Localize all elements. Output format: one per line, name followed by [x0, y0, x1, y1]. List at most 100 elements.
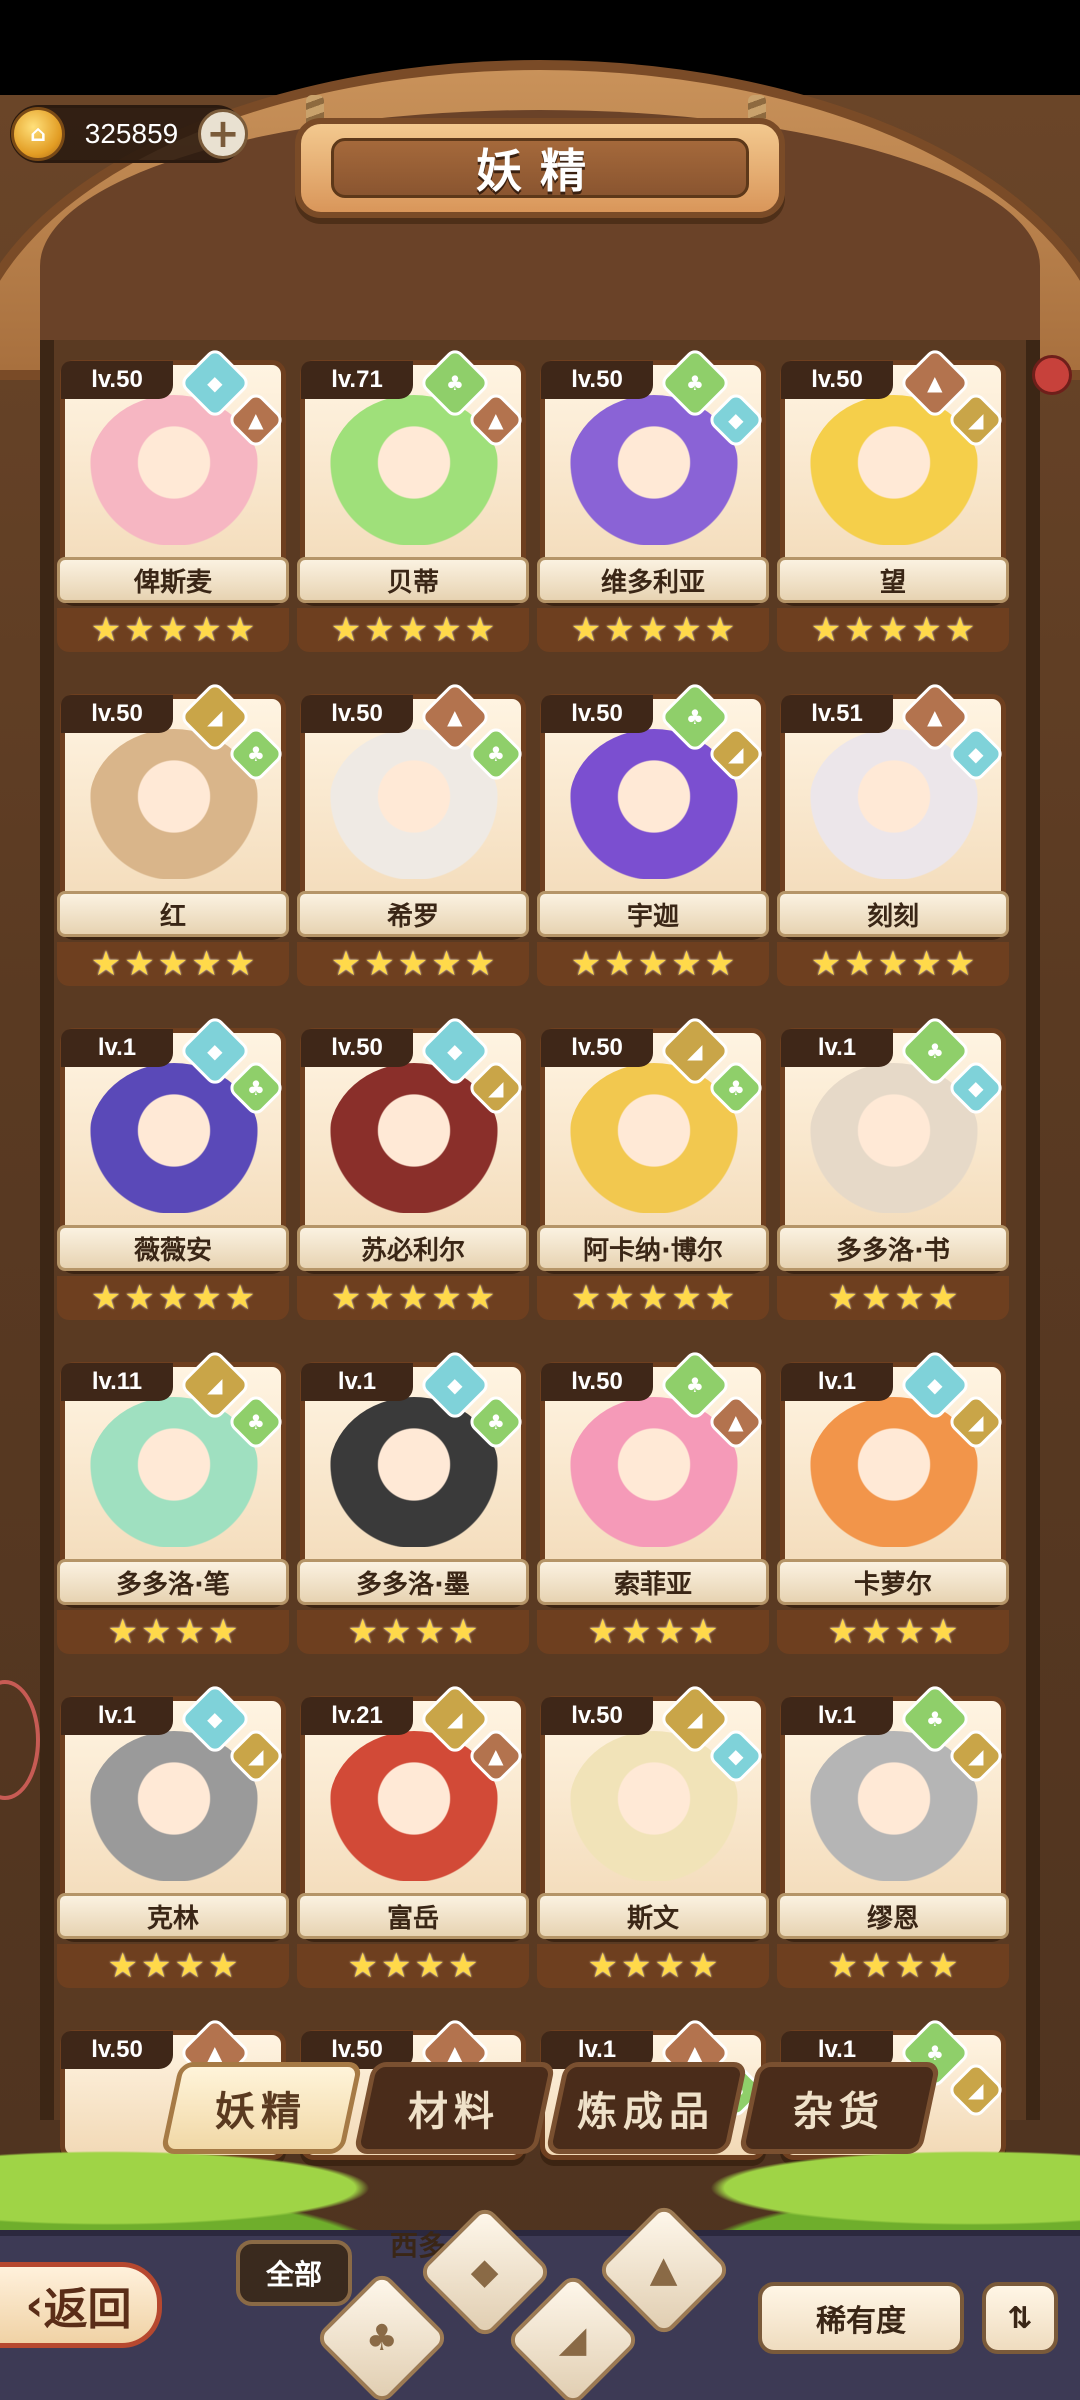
- star-icon: ★: [414, 1612, 445, 1652]
- element-glyph: ◆: [447, 1372, 463, 1397]
- fairy-card[interactable]: lv.50 ◆ ◢ 苏必利尔 ★ ★ ★ ★ ★: [297, 1014, 529, 1320]
- add-currency-button[interactable]: +: [198, 109, 248, 159]
- fairy-card[interactable]: lv.1 ◆ ◢ 克林 ★ ★ ★ ★: [57, 1682, 289, 1988]
- element-glyph: ◆: [968, 741, 984, 766]
- star-icon: ★: [464, 610, 496, 650]
- fairy-card[interactable]: lv.50 ♣ ◢ 宇迦 ★ ★ ★ ★ ★: [537, 680, 769, 986]
- star-icon: ★: [637, 1278, 669, 1318]
- star-rating: ★ ★ ★ ★ ★: [57, 608, 289, 652]
- currency-display: ⌂ 325859 +: [10, 105, 248, 163]
- star-rating: ★ ★ ★ ★ ★: [57, 942, 289, 986]
- back-button[interactable]: ‹ 返回: [0, 2262, 162, 2348]
- tab-goods[interactable]: 杂货: [737, 2062, 940, 2154]
- ladybug-icon[interactable]: [1032, 355, 1072, 395]
- tab-label: 炼成品: [577, 2089, 716, 2135]
- element-glyph: ◢: [488, 1075, 504, 1100]
- chevron-left-icon: ‹: [25, 2279, 44, 2331]
- star-rating: ★ ★ ★ ★: [537, 1944, 769, 1988]
- star-icon: ★: [347, 1946, 379, 1986]
- star-icon: ★: [414, 1946, 445, 1986]
- star-icon: ★: [827, 1612, 859, 1652]
- fairy-card[interactable]: lv.1 ♣ ◢ 缪恩 ★ ★ ★ ★: [777, 1682, 1009, 1988]
- star-icon: ★: [330, 610, 362, 650]
- fairy-card[interactable]: lv.11 ◢ ♣ 多多洛·笔 ★ ★ ★ ★: [57, 1348, 289, 1654]
- star-icon: ★: [671, 1278, 702, 1318]
- fairy-card[interactable]: lv.1 ◆ ♣ 薇薇安 ★ ★ ★ ★ ★: [57, 1014, 289, 1320]
- star-icon: ★: [877, 944, 909, 984]
- level-badge: lv.50: [781, 361, 893, 399]
- fairy-card[interactable]: lv.1 ♣ ◆ 多多洛·书 ★ ★ ★ ★: [777, 1014, 1009, 1320]
- element-glyph: ▲: [927, 370, 943, 395]
- element-glyph: ♣: [727, 1076, 745, 1100]
- star-icon: ★: [844, 610, 875, 650]
- star-icon: ★: [654, 1612, 685, 1652]
- star-icon: ★: [207, 1612, 239, 1652]
- star-rating: ★ ★ ★ ★: [57, 1610, 289, 1654]
- element-glyph: ◢: [728, 741, 744, 766]
- fairy-card[interactable]: lv.1 ◆ ♣ 多多洛·墨 ★ ★ ★ ★: [297, 1348, 529, 1654]
- fairy-name: 望: [777, 557, 1009, 603]
- star-icon: ★: [330, 944, 362, 984]
- fairy-card[interactable]: lv.50 ◢ ◆ 斯文 ★ ★ ★ ★: [537, 1682, 769, 1988]
- element-glyph: ♣: [487, 742, 505, 766]
- filter-all-button[interactable]: 全部: [236, 2240, 352, 2306]
- star-icon: ★: [570, 610, 602, 650]
- sort-order-button[interactable]: ⇅: [982, 2282, 1058, 2354]
- fairy-card[interactable]: lv.50 ◢ ♣ 红 ★ ★ ★ ★ ★: [57, 680, 289, 986]
- fairy-name: 阿卡纳·博尔: [537, 1225, 769, 1271]
- fairy-card[interactable]: lv.50 ▲ ◢ 望 ★ ★ ★ ★ ★: [777, 346, 1009, 652]
- star-icon: ★: [827, 1278, 859, 1318]
- star-icon: ★: [621, 1946, 652, 1986]
- tab-fairy[interactable]: 妖精: [160, 2062, 363, 2154]
- star-icon: ★: [587, 1612, 619, 1652]
- star-icon: ★: [861, 1278, 892, 1318]
- star-rating: ★ ★ ★ ★: [777, 1610, 1009, 1654]
- element-glyph: ◢: [207, 1372, 223, 1397]
- level-badge: lv.50: [541, 1697, 653, 1735]
- rarity-sort-button[interactable]: 稀有度: [758, 2282, 964, 2354]
- star-icon: ★: [671, 944, 702, 984]
- fairy-card[interactable]: lv.50 ♣ ▲ 索菲亚 ★ ★ ★ ★: [537, 1348, 769, 1654]
- level-badge: lv.1: [301, 1363, 413, 1401]
- fairy-name: 贝蒂: [297, 557, 529, 603]
- fairy-card[interactable]: lv.50 ♣ ◆ 维多利亚 ★ ★ ★ ★ ★: [537, 346, 769, 652]
- fairy-name: 希罗: [297, 891, 529, 937]
- tab-crafted[interactable]: 炼成品: [545, 2062, 748, 2154]
- star-icon: ★: [621, 1612, 652, 1652]
- star-icon: ★: [107, 1946, 139, 1986]
- element-glyph: ◆: [207, 1706, 223, 1731]
- level-badge: lv.11: [61, 1363, 173, 1401]
- star-rating: ★ ★ ★ ★ ★: [537, 942, 769, 986]
- tab-materials[interactable]: 材料: [352, 2062, 555, 2154]
- star-icon: ★: [224, 1278, 256, 1318]
- fairy-name: 俾斯麦: [57, 557, 289, 603]
- fairy-name: 红: [57, 891, 289, 937]
- star-icon: ★: [381, 1612, 412, 1652]
- star-icon: ★: [570, 944, 602, 984]
- star-icon: ★: [157, 1278, 189, 1318]
- star-rating: ★ ★ ★ ★ ★: [297, 1276, 529, 1320]
- fairy-name: 索菲亚: [537, 1559, 769, 1605]
- star-icon: ★: [364, 1278, 395, 1318]
- fairy-card[interactable]: lv.21 ◢ ▲ 富岳 ★ ★ ★ ★: [297, 1682, 529, 1988]
- fairy-card[interactable]: lv.51 ▲ ◆ 刻刻 ★ ★ ★ ★ ★: [777, 680, 1009, 986]
- fairy-card[interactable]: lv.71 ♣ ▲ 贝蒂 ★ ★ ★ ★ ★: [297, 346, 529, 652]
- star-icon: ★: [911, 610, 942, 650]
- fairy-card[interactable]: lv.50 ▲ ♣ 希罗 ★ ★ ★ ★ ★: [297, 680, 529, 986]
- level-badge: lv.21: [301, 1697, 413, 1735]
- level-badge: lv.50: [61, 695, 173, 733]
- element-glyph: ◆: [207, 1038, 223, 1063]
- fairy-name: 多多洛·书: [777, 1225, 1009, 1271]
- fairy-card[interactable]: lv.50 ◢ ♣ 阿卡纳·博尔 ★ ★ ★ ★ ★: [537, 1014, 769, 1320]
- star-rating: ★ ★ ★ ★: [777, 1944, 1009, 1988]
- star-icon: ★: [397, 610, 429, 650]
- star-icon: ★: [447, 1612, 479, 1652]
- star-icon: ★: [464, 1278, 496, 1318]
- element-glyph: ▲: [447, 704, 463, 729]
- star-icon: ★: [637, 610, 669, 650]
- fairy-card[interactable]: lv.1 ◆ ◢ 卡萝尔 ★ ★ ★ ★: [777, 1348, 1009, 1654]
- fairy-card[interactable]: lv.50 ◆ ▲ 俾斯麦 ★ ★ ★ ★ ★: [57, 346, 289, 652]
- star-icon: ★: [330, 1278, 362, 1318]
- star-icon: ★: [224, 944, 256, 984]
- star-icon: ★: [447, 1946, 479, 1986]
